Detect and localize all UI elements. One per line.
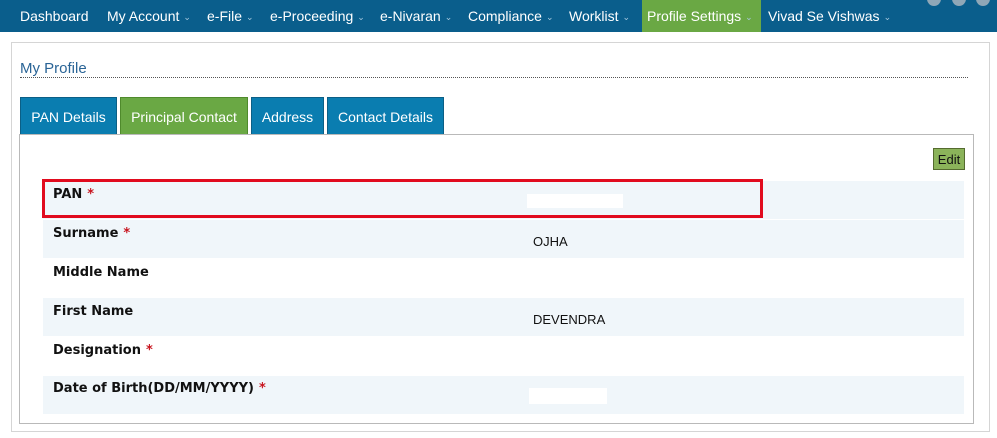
chevron-down-icon: ⌄	[183, 12, 191, 23]
chevron-down-icon: ⌄	[622, 12, 631, 23]
highlight-box	[42, 179, 763, 218]
field-label-dob: Date of Birth(DD/MM/YYYY) *	[53, 381, 266, 396]
field-label-text: Designation	[53, 343, 141, 358]
edit-button[interactable]: Edit	[933, 148, 965, 170]
nav-item-label: Dashboard	[20, 8, 89, 24]
field-row-first-name	[43, 298, 964, 336]
page-title: My Profile	[20, 60, 87, 77]
redacted-value-dob	[529, 388, 607, 404]
nav-item-e-proceeding[interactable]: e-Proceeding ⌄	[270, 0, 365, 32]
field-label-text: Surname	[53, 226, 119, 241]
field-label-first-name: First Name	[53, 304, 134, 319]
tab-address[interactable]: Address	[251, 97, 324, 135]
nav-item-compliance[interactable]: Compliance ⌄	[468, 0, 553, 32]
nav-item-e-nivaran[interactable]: e-Nivaran ⌄	[380, 0, 452, 32]
nav-item-worklist[interactable]: Worklist ⌄	[569, 0, 630, 32]
circle-icon[interactable]	[976, 0, 990, 6]
field-label-text: Date of Birth(DD/MM/YYYY)	[53, 381, 254, 396]
field-label-middle-name: Middle Name	[53, 265, 149, 280]
title-divider	[20, 77, 968, 78]
field-value-first-name: DEVENDRA	[533, 312, 606, 327]
nav-item-label: Compliance	[468, 8, 542, 24]
nav-item-dashboard[interactable]: Dashboard	[20, 0, 89, 32]
chevron-down-icon: ⌄	[745, 12, 753, 23]
nav-item-my-account[interactable]: My Account ⌄	[107, 0, 191, 32]
chevron-down-icon: ⌄	[246, 12, 254, 23]
chevron-down-icon: ⌄	[357, 12, 365, 23]
required-marker: *	[146, 343, 153, 358]
circle-icon[interactable]	[927, 0, 941, 6]
tab-principal-contact[interactable]: Principal Contact	[120, 97, 248, 135]
field-label-surname: Surname *	[53, 226, 130, 241]
chevron-down-icon: ⌄	[444, 12, 453, 23]
field-value-surname: OJHA	[533, 234, 568, 249]
chevron-down-icon: ⌄	[545, 12, 554, 23]
top-nav-bar: Dashboard My Account ⌄ e-File ⌄ e-Proceedi…	[0, 0, 997, 32]
tab-contact-details[interactable]: Contact Details	[327, 97, 444, 135]
chevron-down-icon: ⌄	[883, 12, 892, 23]
nav-item-label: e-File	[207, 8, 243, 24]
nav-item-label: Profile Settings	[647, 8, 742, 24]
nav-item-vivad-se-vishwas[interactable]: Vivad Se Vishwas ⌄	[768, 0, 891, 32]
field-row-surname	[43, 220, 964, 258]
required-marker: *	[258, 381, 266, 396]
required-marker: *	[123, 226, 131, 241]
nav-item-label: Worklist	[569, 8, 619, 24]
field-label-designation: Designation *	[53, 343, 153, 358]
tab-pan-details[interactable]: PAN Details	[20, 97, 117, 135]
nav-item-label: Vivad Se Vishwas	[768, 8, 880, 24]
nav-item-e-file[interactable]: e-File ⌄	[207, 0, 254, 32]
nav-item-label: e-Nivaran	[380, 8, 441, 24]
nav-item-label: e-Proceeding	[270, 8, 354, 24]
nav-item-profile-settings[interactable]: Profile Settings ⌄	[642, 0, 761, 32]
circle-icon[interactable]	[952, 0, 966, 6]
nav-item-label: My Account	[107, 8, 180, 24]
